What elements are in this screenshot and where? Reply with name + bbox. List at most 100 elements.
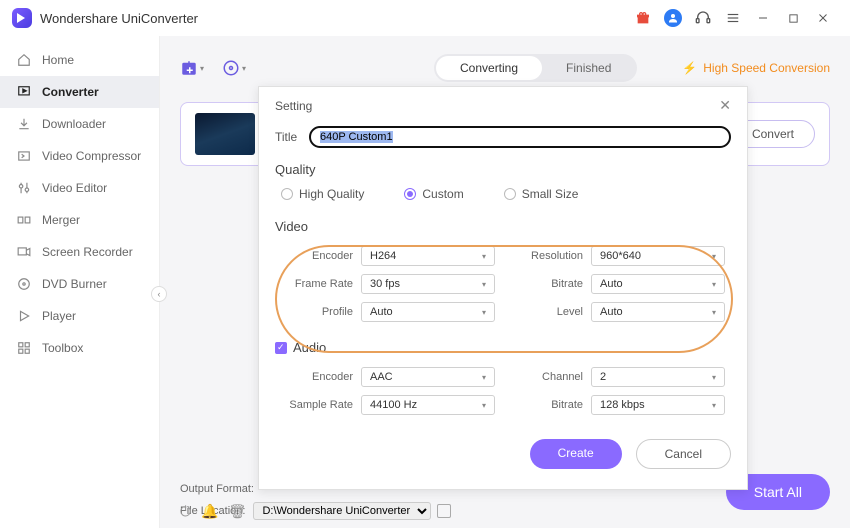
title-input[interactable] bbox=[309, 126, 731, 148]
tab-finished[interactable]: Finished bbox=[542, 56, 635, 80]
high-speed-label[interactable]: ⚡High Speed Conversion bbox=[682, 61, 830, 75]
sidebar-item-dvd[interactable]: DVD Burner bbox=[0, 268, 159, 300]
sidebar-item-converter[interactable]: Converter bbox=[0, 76, 159, 108]
audio-channel-select[interactable]: 2▾ bbox=[591, 367, 725, 387]
sidebar-label: Player bbox=[42, 309, 76, 323]
video-profile-select[interactable]: Auto▾ bbox=[361, 302, 495, 322]
quality-small-radio[interactable]: Small Size bbox=[504, 187, 579, 201]
editor-icon bbox=[16, 180, 32, 196]
dvd-icon bbox=[16, 276, 32, 292]
close-button[interactable] bbox=[814, 9, 832, 27]
sidebar-label: Toolbox bbox=[42, 341, 83, 355]
sidebar-item-player[interactable]: Player bbox=[0, 300, 159, 332]
sidebar-item-merger[interactable]: Merger bbox=[0, 204, 159, 236]
create-button[interactable]: Create bbox=[530, 439, 622, 469]
compressor-icon bbox=[16, 148, 32, 164]
audio-samplerate-label: Sample Rate bbox=[281, 399, 353, 411]
video-level-label: Level bbox=[511, 306, 583, 318]
video-framerate-select[interactable]: 30 fps▾ bbox=[361, 274, 495, 294]
gift-icon[interactable] bbox=[634, 9, 652, 27]
shutdown-icon[interactable]: ⏻ bbox=[180, 503, 191, 520]
modal-title: Setting bbox=[275, 99, 312, 113]
sidebar-item-toolbox[interactable]: Toolbox bbox=[0, 332, 159, 364]
corner-icons: ⏻ 🔔 🗑 bbox=[180, 503, 246, 520]
sidebar-label: Merger bbox=[42, 213, 80, 227]
sidebar-label: Video Editor bbox=[42, 181, 107, 195]
video-bitrate-label: Bitrate bbox=[511, 278, 583, 290]
video-level-select[interactable]: Auto▾ bbox=[591, 302, 725, 322]
trash-icon[interactable]: 🗑 bbox=[229, 503, 247, 520]
home-icon bbox=[16, 52, 32, 68]
support-icon[interactable] bbox=[694, 9, 712, 27]
chevron-down-icon: ▾ bbox=[712, 252, 716, 261]
video-resolution-label: Resolution bbox=[511, 250, 583, 262]
recorder-icon bbox=[16, 244, 32, 260]
notify-icon[interactable]: 🔔 bbox=[201, 503, 218, 520]
audio-bitrate-label: Bitrate bbox=[511, 399, 583, 411]
chevron-down-icon: ▾ bbox=[712, 280, 716, 289]
merge-checkbox[interactable] bbox=[437, 504, 451, 518]
video-section-label: Video bbox=[275, 219, 731, 234]
chevron-down-icon: ▾ bbox=[482, 280, 486, 289]
toolbox-icon bbox=[16, 340, 32, 356]
sidebar-item-downloader[interactable]: Downloader bbox=[0, 108, 159, 140]
quality-section-label: Quality bbox=[275, 162, 731, 177]
video-bitrate-select[interactable]: Auto▾ bbox=[591, 274, 725, 294]
toolbar: ▾ ▾ Converting Finished ⚡High Speed Conv… bbox=[180, 48, 830, 88]
close-icon[interactable]: ✕ bbox=[719, 97, 731, 114]
sidebar-item-recorder[interactable]: Screen Recorder bbox=[0, 236, 159, 268]
audio-bitrate-select[interactable]: 128 kbps▾ bbox=[591, 395, 725, 415]
player-icon bbox=[16, 308, 32, 324]
app-logo-icon bbox=[12, 8, 32, 28]
video-thumbnail[interactable] bbox=[195, 113, 255, 155]
sidebar-item-compressor[interactable]: Video Compressor bbox=[0, 140, 159, 172]
maximize-button[interactable] bbox=[784, 9, 802, 27]
sidebar-item-editor[interactable]: Video Editor bbox=[0, 172, 159, 204]
sidebar-label: Converter bbox=[42, 85, 99, 99]
chevron-down-icon: ▾ bbox=[482, 373, 486, 382]
chevron-down-icon: ▾ bbox=[712, 308, 716, 317]
sidebar-item-home[interactable]: Home bbox=[0, 44, 159, 76]
audio-section-label: Audio bbox=[293, 340, 326, 355]
bolt-icon: ⚡ bbox=[682, 61, 697, 75]
app-title: Wondershare UniConverter bbox=[40, 11, 198, 26]
menu-icon[interactable] bbox=[724, 9, 742, 27]
sidebar-label: Video Compressor bbox=[42, 149, 141, 163]
sidebar-label: Home bbox=[42, 53, 74, 67]
video-encoder-select[interactable]: H264▾ bbox=[361, 246, 495, 266]
tab-converting[interactable]: Converting bbox=[436, 56, 542, 80]
quality-high-radio[interactable]: High Quality bbox=[281, 187, 364, 201]
file-location-select[interactable]: D:\Wondershare UniConverter bbox=[253, 502, 431, 520]
quality-custom-radio[interactable]: Custom bbox=[404, 187, 463, 201]
add-file-button[interactable]: ▾ bbox=[180, 56, 204, 80]
chevron-down-icon: ▾ bbox=[712, 373, 716, 382]
sidebar-label: DVD Burner bbox=[42, 277, 107, 291]
downloader-icon bbox=[16, 116, 32, 132]
sidebar-label: Downloader bbox=[42, 117, 106, 131]
settings-modal: Setting ✕ Title Quality High Quality Cust… bbox=[258, 86, 748, 490]
minimize-button[interactable] bbox=[754, 9, 772, 27]
audio-samplerate-select[interactable]: 44100 Hz▾ bbox=[361, 395, 495, 415]
chevron-down-icon: ▾ bbox=[482, 308, 486, 317]
sidebar: Home Converter Downloader Video Compress… bbox=[0, 36, 160, 528]
video-profile-label: Profile bbox=[281, 306, 353, 318]
audio-channel-label: Channel bbox=[511, 371, 583, 383]
sidebar-label: Screen Recorder bbox=[42, 245, 133, 259]
audio-encoder-select[interactable]: AAC▾ bbox=[361, 367, 495, 387]
output-format-label: Output Format: bbox=[180, 483, 254, 495]
converter-icon bbox=[16, 84, 32, 100]
video-encoder-label: Encoder bbox=[281, 250, 353, 262]
merger-icon bbox=[16, 212, 32, 228]
chevron-down-icon: ▾ bbox=[242, 64, 246, 73]
titlebar: Wondershare UniConverter bbox=[0, 0, 850, 36]
chevron-down-icon: ▾ bbox=[712, 401, 716, 410]
add-dvd-button[interactable]: ▾ bbox=[222, 56, 246, 80]
chevron-down-icon: ▾ bbox=[482, 401, 486, 410]
video-framerate-label: Frame Rate bbox=[281, 278, 353, 290]
user-avatar-icon[interactable] bbox=[664, 9, 682, 27]
tabs: Converting Finished bbox=[434, 54, 637, 82]
cancel-button[interactable]: Cancel bbox=[636, 439, 731, 469]
video-resolution-select[interactable]: 960*640▾ bbox=[591, 246, 725, 266]
title-label: Title bbox=[275, 130, 303, 144]
audio-checkbox[interactable] bbox=[275, 342, 287, 354]
